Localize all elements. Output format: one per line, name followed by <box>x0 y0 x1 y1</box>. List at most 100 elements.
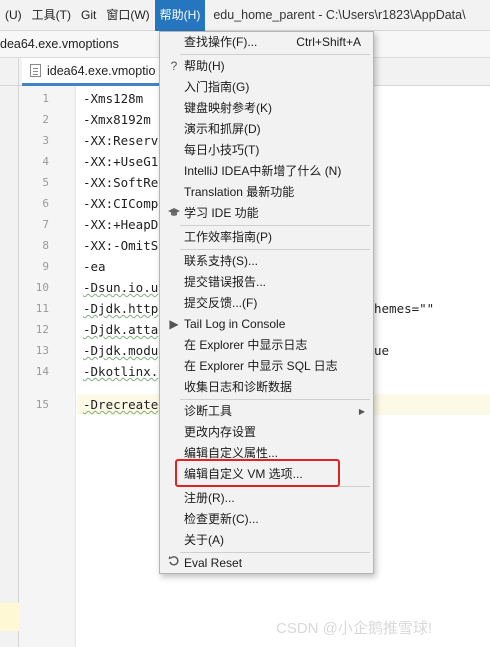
code-line: -ea <box>83 259 106 274</box>
menu-help[interactable]: 帮助(H) <box>154 0 206 31</box>
watermark: CSDN @小企鹅推雪球! <box>276 620 433 637</box>
menu-item-learn-ide[interactable]: 学习 IDE 功能 <box>160 203 373 224</box>
menu-item-whats-new[interactable]: IntelliJ IDEA中新增了什么 (N) <box>160 161 373 182</box>
code-line: -XX:+UseG1 <box>83 154 159 169</box>
editor-tab-label: idea64.exe.vmoptio <box>47 63 156 78</box>
menu-item-label: IntelliJ IDEA中新增了什么 (N) <box>184 164 342 178</box>
code-line: -Djdk.modu <box>83 343 159 358</box>
menu-item-keymap-reference[interactable]: 键盘映射参考(K) <box>160 98 373 119</box>
code-line: -Xmx8192m <box>83 112 151 127</box>
line-number: 5 <box>42 176 49 189</box>
menu-refactor[interactable]: (U) <box>0 0 27 31</box>
menu-separator <box>180 225 370 226</box>
code-line: -Dkotlinx. <box>83 364 159 379</box>
menu-separator <box>180 54 370 55</box>
line-number: 8 <box>42 239 49 252</box>
menu-item-label: 每日小技巧(T) <box>184 143 260 157</box>
menu-item-label: 查找操作(F)... <box>184 35 258 49</box>
menu-item-label: 检查更新(C)... <box>184 512 259 526</box>
menu-item-demos[interactable]: 演示和抓屏(D) <box>160 119 373 140</box>
code-line: -Djdk.http <box>83 301 159 316</box>
code-line-overflow: hemes="" <box>374 301 435 316</box>
help-icon: ? <box>170 59 178 73</box>
menu-item-tail-log[interactable]: ▶ Tail Log in Console <box>160 314 373 335</box>
code-line: -XX:-OmitS <box>83 238 159 253</box>
code-line: -Xms128m <box>83 91 144 106</box>
menu-item-label: 工作效率指南(P) <box>184 230 272 244</box>
line-number: 4 <box>42 155 49 168</box>
menu-item-label: 学习 IDE 功能 <box>184 206 259 220</box>
menu-item-label: 关于(A) <box>184 533 224 547</box>
line-number: 2 <box>42 113 49 126</box>
menu-item-productivity-guide[interactable]: 工作效率指南(P) <box>160 227 373 248</box>
menu-separator <box>180 399 370 400</box>
menu-item-show-log[interactable]: 在 Explorer 中显示日志 <box>160 335 373 356</box>
menu-item-label: 键盘映射参考(K) <box>184 101 272 115</box>
code-line: -XX:CIComp <box>83 196 159 211</box>
menu-item-diagnostic-tools[interactable]: 诊断工具 ▶ <box>160 401 373 422</box>
menu-item-eval-reset[interactable]: Eval Reset <box>160 553 373 574</box>
line-number: 11 <box>35 302 49 315</box>
menu-window[interactable]: 窗口(W) <box>101 0 154 31</box>
menu-item-about[interactable]: 关于(A) <box>160 530 373 551</box>
line-number: 12 <box>35 323 49 336</box>
code-line: -Djdk.atta <box>83 322 159 337</box>
menu-bar: (U) 工具(T) Git 窗口(W) 帮助(H) edu_home_paren… <box>0 0 490 31</box>
line-number: 15 <box>35 398 49 411</box>
text-file-icon <box>30 64 41 77</box>
menu-item-shortcut: Ctrl+Shift+A <box>296 35 361 49</box>
menu-item-label: 演示和抓屏(D) <box>184 122 261 136</box>
menu-item-find-action[interactable]: 查找操作(F)... Ctrl+Shift+A <box>160 32 373 53</box>
menu-item-label: 入门指南(G) <box>184 80 250 94</box>
menu-item-label: 提交错误报告... <box>184 275 267 289</box>
line-number: 3 <box>42 134 49 147</box>
line-number: 7 <box>42 218 49 231</box>
menu-git[interactable]: Git <box>76 0 101 31</box>
menu-item-show-sql-log[interactable]: 在 Explorer 中显示 SQL 日志 <box>160 356 373 377</box>
code-line: -XX:+HeapD <box>83 217 159 232</box>
menu-item-label: 联系支持(S)... <box>184 254 258 268</box>
line-number: 10 <box>35 281 49 294</box>
menu-item-label: Tail Log in Console <box>184 317 286 331</box>
menu-item-help[interactable]: ? 帮助(H) <box>160 56 373 77</box>
menu-item-getting-started[interactable]: 入门指南(G) <box>160 77 373 98</box>
line-number: 1 <box>42 92 49 105</box>
line-number: 14 <box>35 365 49 378</box>
code-line: -Dsun.io.u <box>83 280 159 295</box>
menu-item-label: 注册(R)... <box>184 491 235 505</box>
menu-separator <box>180 249 370 250</box>
menu-item-contact-support[interactable]: 联系支持(S)... <box>160 251 373 272</box>
reset-icon <box>167 553 181 574</box>
editor-tab[interactable]: idea64.exe.vmoptio <box>22 58 167 86</box>
help-menu-dropdown: 查找操作(F)... Ctrl+Shift+A ? 帮助(H) 入门指南(G) … <box>159 31 374 574</box>
play-icon: ▶ <box>169 317 179 331</box>
menu-item-submit-feedback[interactable]: 提交反馈...(F) <box>160 293 373 314</box>
annotation-highlight-box <box>175 459 340 487</box>
menu-item-label: Translation 最新功能 <box>184 185 295 199</box>
code-line-overflow: ue <box>374 343 390 358</box>
tool-strip-marker <box>0 603 19 631</box>
menu-item-submit-bug[interactable]: 提交错误报告... <box>160 272 373 293</box>
menu-item-label: 收集日志和诊断数据 <box>184 380 293 394</box>
menu-item-translation-new[interactable]: Translation 最新功能 <box>160 182 373 203</box>
menu-item-label: 在 Explorer 中显示日志 <box>184 338 308 352</box>
menu-item-label: Eval Reset <box>184 556 243 570</box>
menu-item-collect-logs[interactable]: 收集日志和诊断数据 <box>160 377 373 398</box>
line-number-gutter: 1 2 3 4 5 6 7 8 9 10 11 12 13 14 15 <box>19 86 76 647</box>
code-line: -XX:Reserv <box>83 133 159 148</box>
left-tool-strip <box>0 86 19 647</box>
submenu-arrow-icon: ▶ <box>358 407 365 416</box>
window-title: edu_home_parent - C:\Users\r1823\AppData… <box>213 8 466 22</box>
menu-item-tip-of-day[interactable]: 每日小技巧(T) <box>160 140 373 161</box>
menu-item-label: 更改内存设置 <box>184 425 257 439</box>
menu-item-label: 在 Explorer 中显示 SQL 日志 <box>184 359 338 373</box>
code-line: -Drecreate <box>83 397 159 412</box>
menu-item-change-memory[interactable]: 更改内存设置 <box>160 422 373 443</box>
menu-item-register[interactable]: 注册(R)... <box>160 488 373 509</box>
menu-tools[interactable]: 工具(T) <box>27 0 76 31</box>
menu-item-label: 诊断工具 <box>184 404 233 418</box>
line-number: 13 <box>35 344 49 357</box>
menu-item-check-updates[interactable]: 检查更新(C)... <box>160 509 373 530</box>
graduation-cap-icon <box>167 203 181 224</box>
code-line: -XX:SoftRe <box>83 175 159 190</box>
